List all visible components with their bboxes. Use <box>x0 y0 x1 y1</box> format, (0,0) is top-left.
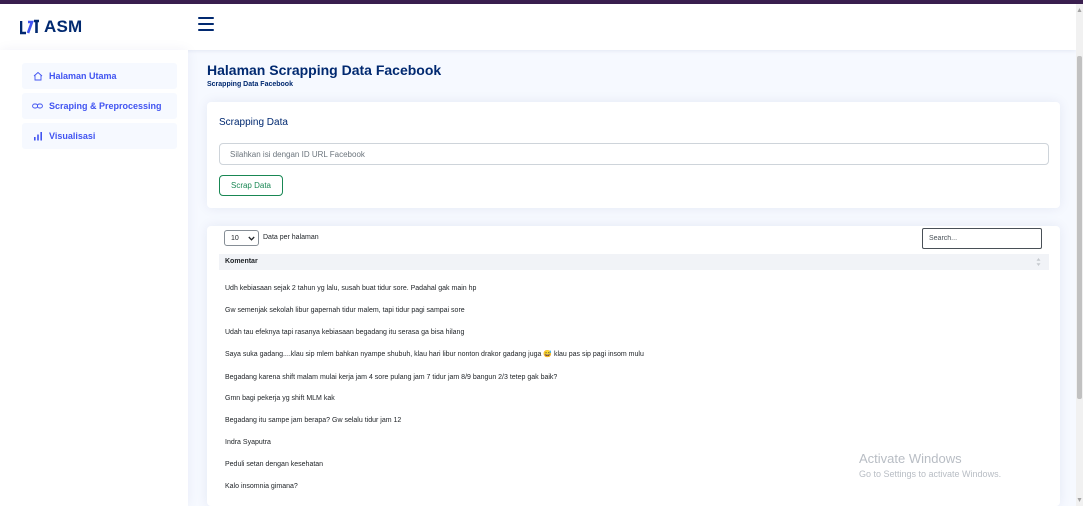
sidebar-item-halaman-utama[interactable]: Halaman Utama <box>22 63 177 89</box>
sidebar-item-label: Scraping & Preprocessing <box>49 101 162 111</box>
page-length-select[interactable]: 10 <box>224 230 259 246</box>
sidebar-item-visualisasi[interactable]: Visualisasi <box>22 123 177 149</box>
table-row: Udah tau efeknya tapi rasanya kebiasaan … <box>225 329 465 336</box>
table-row: Kalo insomnia gimana? <box>225 483 298 490</box>
page-length-label: Data per halaman <box>263 234 319 241</box>
sidebar-item-scraping-preprocessing[interactable]: Scraping & Preprocessing <box>22 93 177 119</box>
table-row: Indra Syaputra <box>225 439 271 446</box>
page-length-value: 10 <box>231 234 239 242</box>
page-title: Halaman Scrapping Data Facebook <box>207 62 442 78</box>
scroll-up-arrow-icon[interactable] <box>1077 7 1082 13</box>
table-header-komentar[interactable]: Komentar <box>219 254 1049 270</box>
sidebar: Halaman Utama Scraping & Preprocessing V… <box>0 50 188 506</box>
breadcrumb: Scrapping Data Facebook <box>207 81 293 88</box>
table-search-input[interactable] <box>922 228 1042 249</box>
scrap-data-button[interactable]: Scrap Data <box>219 175 283 196</box>
column-header: Komentar <box>225 258 258 265</box>
sidebar-item-label: Visualisasi <box>49 131 96 141</box>
link-icon <box>32 101 43 112</box>
table-row: Begadang itu sampe jam berapa? Gw selalu… <box>225 417 402 424</box>
table-row: Peduli setan dengan kesehatan <box>225 461 324 468</box>
logo-text: ASM <box>44 17 83 36</box>
home-icon <box>32 71 43 82</box>
table-row: Gmn bagi pekerja yg shift MLM kak <box>225 395 335 402</box>
table-row: Udh kebiasaan sejak 2 tahun yg lalu, sus… <box>225 285 477 292</box>
comments-table-card: 10 Data per halaman Komentar Udh kebiasa… <box>207 226 1060 506</box>
logo[interactable]: ASM <box>20 16 82 38</box>
scrollbar-thumb[interactable] <box>1077 56 1082 399</box>
scrape-card: Scrapping Data Scrap Data <box>207 102 1060 208</box>
sort-icon <box>1036 258 1041 266</box>
sidebar-item-label: Halaman Utama <box>49 71 117 81</box>
top-header: ASM <box>0 4 1076 50</box>
card-title: Scrapping Data <box>219 117 288 128</box>
bar-chart-icon <box>32 131 43 142</box>
logo-icon <box>20 19 40 35</box>
table-row: Begadang karena shift malam mulai kerja … <box>225 374 558 381</box>
table-row: Saya suka gadang....klau sip mlem bahkan… <box>225 351 644 358</box>
scroll-down-arrow-icon[interactable] <box>1077 497 1082 503</box>
facebook-url-input[interactable] <box>219 143 1049 165</box>
chevron-down-icon <box>248 236 255 241</box>
menu-toggle-icon[interactable] <box>198 17 214 31</box>
table-row: Gw semenjak sekolah libur gapernah tidur… <box>225 307 465 314</box>
